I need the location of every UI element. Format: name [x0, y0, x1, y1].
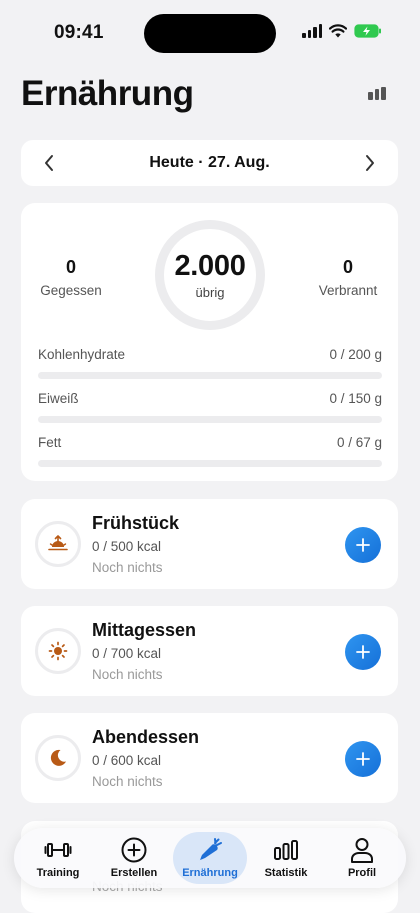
macro-fat: Fett 0 / 67 g — [38, 435, 382, 467]
eaten-label: Gegessen — [40, 283, 102, 298]
dumbbell-icon — [44, 843, 72, 857]
meal-status: Noch nichts — [92, 560, 163, 575]
burned-label: Verbrannt — [318, 283, 378, 298]
meal-kcal: 0 / 500 kcal — [92, 539, 162, 554]
calorie-summary-card: 0 Gegessen 2.000 übrig 0 Verbrannt Kohle… — [21, 203, 398, 481]
moon-icon — [35, 735, 81, 781]
meal-card-lunch[interactable]: Mittagessen 0 / 700 kcal Noch nichts — [21, 606, 398, 696]
tab-label: Profil — [347, 867, 377, 879]
stats-chart-icon[interactable] — [368, 86, 387, 100]
chevron-right-icon[interactable] — [358, 151, 382, 175]
macro-protein-bar — [38, 416, 382, 423]
meal-status: Noch nichts — [92, 774, 163, 789]
meal-title: Abendessen — [92, 727, 200, 747]
meal-title: Mittagessen — [92, 620, 197, 640]
tab-label: Erstellen — [110, 867, 158, 879]
burned-stat: 0 Verbrannt — [298, 257, 398, 298]
macro-protein-value: 0 / 150 g — [329, 391, 382, 406]
page-title: Ernährung — [21, 74, 194, 113]
tab-label: Training — [36, 867, 80, 879]
macro-protein: Eiweiß 0 / 150 g — [38, 391, 382, 423]
burned-value: 0 — [342, 257, 353, 277]
macro-fat-bar — [38, 460, 382, 467]
status-icons — [302, 24, 382, 38]
add-dinner-button[interactable] — [345, 741, 381, 777]
plus-icon — [356, 752, 370, 766]
tab-training[interactable]: Training — [21, 832, 95, 884]
chevron-left-icon[interactable] — [37, 151, 61, 175]
tab-statistics[interactable]: Statistik — [249, 832, 323, 884]
wifi-icon — [329, 24, 347, 38]
plus-circle-icon — [121, 837, 147, 863]
meal-status: Noch nichts — [92, 667, 163, 682]
tab-bar: Training Erstellen Ernährung Statistik P… — [14, 828, 406, 888]
plus-icon — [356, 538, 370, 552]
bar-chart-icon — [274, 840, 298, 860]
eaten-stat: 0 Gegessen — [21, 257, 121, 298]
remaining-value: 2.000 — [174, 250, 246, 282]
macro-carbs-value: 0 / 200 g — [329, 347, 382, 362]
add-breakfast-button[interactable] — [345, 527, 381, 563]
sunrise-icon — [35, 521, 81, 567]
meal-kcal: 0 / 700 kcal — [92, 646, 162, 661]
cellular-signal-icon — [302, 24, 322, 38]
battery-charging-icon — [354, 24, 381, 38]
meal-title: Frühstück — [92, 513, 180, 533]
macro-carbs-bar — [38, 372, 382, 379]
eaten-value: 0 — [65, 257, 76, 277]
status-time: 09:41 — [54, 22, 104, 43]
tab-label: Ernährung — [182, 867, 238, 879]
macro-fat-value: 0 / 67 g — [336, 435, 382, 450]
macro-fat-label: Fett — [38, 435, 62, 450]
add-lunch-button[interactable] — [345, 634, 381, 670]
macro-carbs: Kohlenhydrate 0 / 200 g — [38, 347, 382, 379]
tab-label: Statistik — [264, 867, 308, 879]
date-navigator: Heute · 27. Aug. — [21, 140, 398, 186]
calorie-ring: 2.000 übrig — [155, 220, 265, 330]
tab-profile[interactable]: Profil — [325, 832, 399, 884]
macro-protein-label: Eiweiß — [38, 391, 79, 406]
sun-icon — [35, 628, 81, 674]
person-icon — [351, 838, 373, 863]
meal-kcal: 0 / 600 kcal — [92, 753, 162, 768]
remaining-label: übrig — [195, 285, 225, 300]
meal-card-breakfast[interactable]: Frühstück 0 / 500 kcal Noch nichts — [21, 499, 398, 589]
tab-nutrition[interactable]: Ernährung — [173, 832, 247, 884]
plus-icon — [356, 645, 370, 659]
meal-card-dinner[interactable]: Abendessen 0 / 600 kcal Noch nichts — [21, 713, 398, 803]
macro-carbs-label: Kohlenhydrate — [38, 347, 126, 362]
dynamic-island — [144, 14, 276, 53]
tab-create[interactable]: Erstellen — [97, 832, 171, 884]
carrot-icon — [199, 838, 222, 861]
status-bar: 09:41 — [0, 0, 420, 64]
date-label: Heute · 27. Aug. — [149, 154, 270, 171]
